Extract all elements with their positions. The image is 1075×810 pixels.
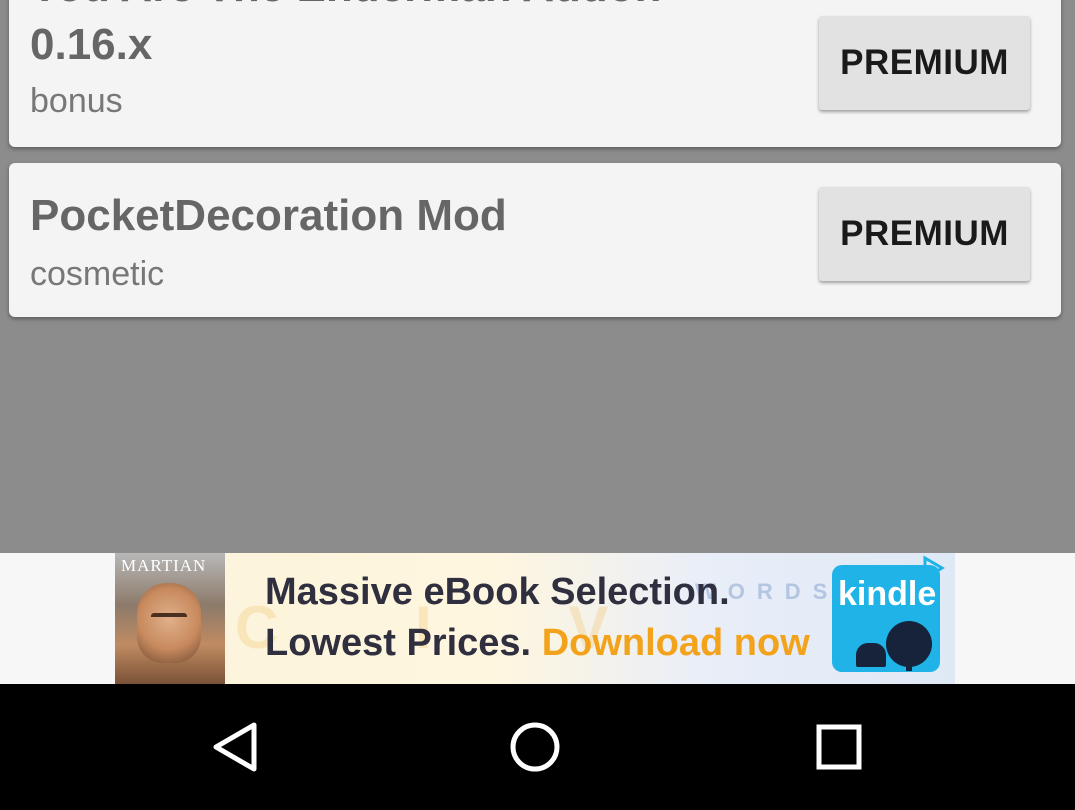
home-icon[interactable] [500,714,570,780]
addon-category: bonus [30,82,123,120]
book-cover-face [137,583,201,663]
tree-trunk [906,655,912,671]
addon-card[interactable]: You Are The Enderman Addon 0.16.x bonus … [9,0,1061,147]
premium-button[interactable]: PREMIUM [819,16,1030,110]
recents-icon[interactable] [804,714,874,780]
book-cover-image: MARTIAN [115,553,225,684]
ad-strip: C I V WORDS MARTIAN Massive eBook Select… [0,553,1075,684]
ad-headline: Massive eBook Selection. [265,571,730,613]
reader-icon [856,643,886,667]
ad-choices-icon-glyph [923,555,945,581]
addon-title: You Are The Enderman Addon [30,0,662,12]
addon-category: cosmetic [30,255,165,293]
navigation-bar [0,684,1075,810]
addon-title: PocketDecoration Mod [30,191,507,240]
ad-banner[interactable]: C I V WORDS MARTIAN Massive eBook Select… [115,553,955,684]
ad-subline: Lowest Prices. Download now [265,622,810,665]
premium-button[interactable]: PREMIUM [819,187,1030,281]
ad-subline-text: Lowest Prices. [265,622,532,664]
back-icon[interactable] [199,714,269,780]
ad-choices-icon[interactable] [913,555,951,585]
addon-card[interactable]: PocketDecoration Mod cosmetic PREMIUM [9,163,1061,317]
ad-cta-text: Download now [541,622,810,664]
addon-title-version: 0.16.x [30,20,153,69]
book-cover-title: MARTIAN [121,556,207,575]
